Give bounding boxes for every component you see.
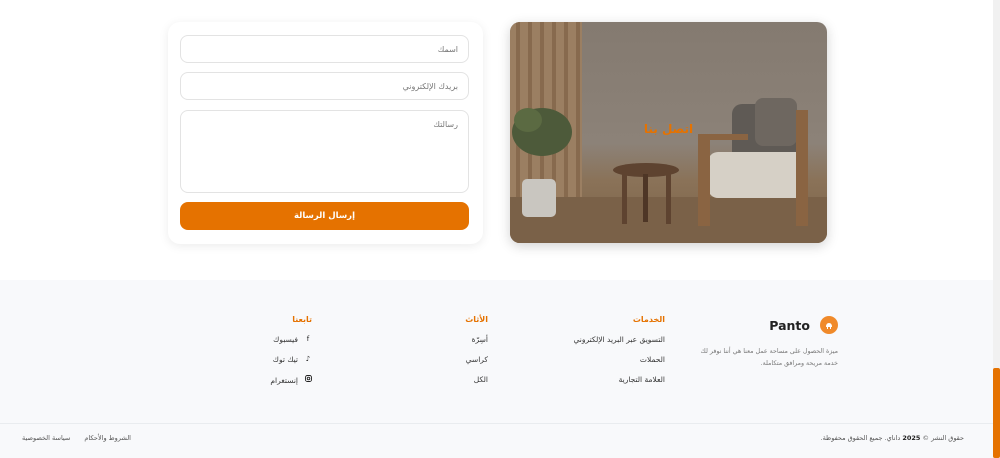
copyright-year: 2025 bbox=[902, 434, 921, 442]
privacy-policy-link[interactable]: سياسة الخصوصية bbox=[22, 434, 70, 442]
send-message-button[interactable]: إرسال الرسالة bbox=[180, 202, 469, 230]
page-scrollbar[interactable] bbox=[993, 0, 1000, 458]
instagram-icon bbox=[304, 375, 312, 385]
footer-link-branding[interactable]: العلامة التجارية bbox=[540, 375, 665, 384]
brand-name[interactable]: Panto bbox=[769, 318, 810, 333]
services-column: الخدمات التسويق عبر البريد الإلكتروني ال… bbox=[540, 315, 665, 395]
follow-heading: تابعنا bbox=[292, 315, 312, 324]
footer-link-beds[interactable]: أسِرّة bbox=[420, 335, 488, 344]
furniture-heading: الأثاث bbox=[465, 315, 488, 324]
email-input[interactable]: بريدك الإلكتروني bbox=[180, 72, 469, 100]
terms-link[interactable]: الشروط والأحكام bbox=[84, 434, 131, 442]
social-label-instagram: إنستغرام bbox=[270, 375, 298, 385]
legal-links: سياسة الخصوصية الشروط والأحكام bbox=[22, 434, 131, 442]
brand-logo-icon[interactable] bbox=[820, 316, 838, 334]
tiktok-icon: ♪ bbox=[305, 355, 311, 363]
social-label-tiktok: تيك توك bbox=[272, 355, 298, 364]
message-textarea[interactable]: رسالتك bbox=[180, 110, 469, 193]
contact-form: اسمك بريدك الإلكتروني رسالتك إرسال الرسا… bbox=[168, 22, 483, 244]
contact-title: اتصل بنا bbox=[643, 122, 694, 136]
facebook-icon: f bbox=[306, 335, 310, 343]
furniture-column: الأثاث أسِرّة كراسي الكل bbox=[420, 315, 488, 395]
footer-link-chairs[interactable]: كراسي bbox=[420, 355, 488, 364]
copyright-text: حقوق النشر © 2025 داناي. جميع الحقوق محف… bbox=[821, 434, 965, 442]
follow-column: تابعنا f فيسبوك ♪ تيك توك إنستغرام bbox=[240, 315, 312, 396]
social-link-instagram[interactable]: إنستغرام bbox=[240, 375, 312, 385]
copyright-prefix: حقوق النشر © bbox=[922, 434, 964, 442]
footer-divider bbox=[0, 423, 993, 424]
social-link-facebook[interactable]: f فيسبوك bbox=[240, 335, 312, 344]
services-heading: الخدمات bbox=[632, 315, 665, 324]
social-link-tiktok[interactable]: ♪ تيك توك bbox=[240, 355, 312, 364]
site-footer: Panto ميزة الحصول على مساحة عمل معنا هي … bbox=[0, 280, 993, 458]
footer-link-email-marketing[interactable]: التسويق عبر البريد الإلكتروني bbox=[540, 335, 665, 344]
scrollbar-thumb[interactable] bbox=[993, 368, 1000, 458]
copyright-suffix: داناي. جميع الحقوق محفوظة. bbox=[820, 434, 901, 442]
footer-link-campaigns[interactable]: الحملات bbox=[540, 355, 665, 364]
brand-description: ميزة الحصول على مساحة عمل معنا هي أننا ن… bbox=[700, 348, 838, 367]
contact-image: اتصل بنا bbox=[510, 22, 827, 243]
name-input[interactable]: اسمك bbox=[180, 35, 469, 63]
footer-link-all[interactable]: الكل bbox=[420, 375, 488, 384]
social-label-facebook: فيسبوك bbox=[273, 335, 298, 344]
contact-section: اسمك بريدك الإلكتروني رسالتك إرسال الرسا… bbox=[0, 0, 993, 280]
footer-brand: Panto ميزة الحصول على مساحة عمل معنا هي … bbox=[686, 316, 838, 370]
